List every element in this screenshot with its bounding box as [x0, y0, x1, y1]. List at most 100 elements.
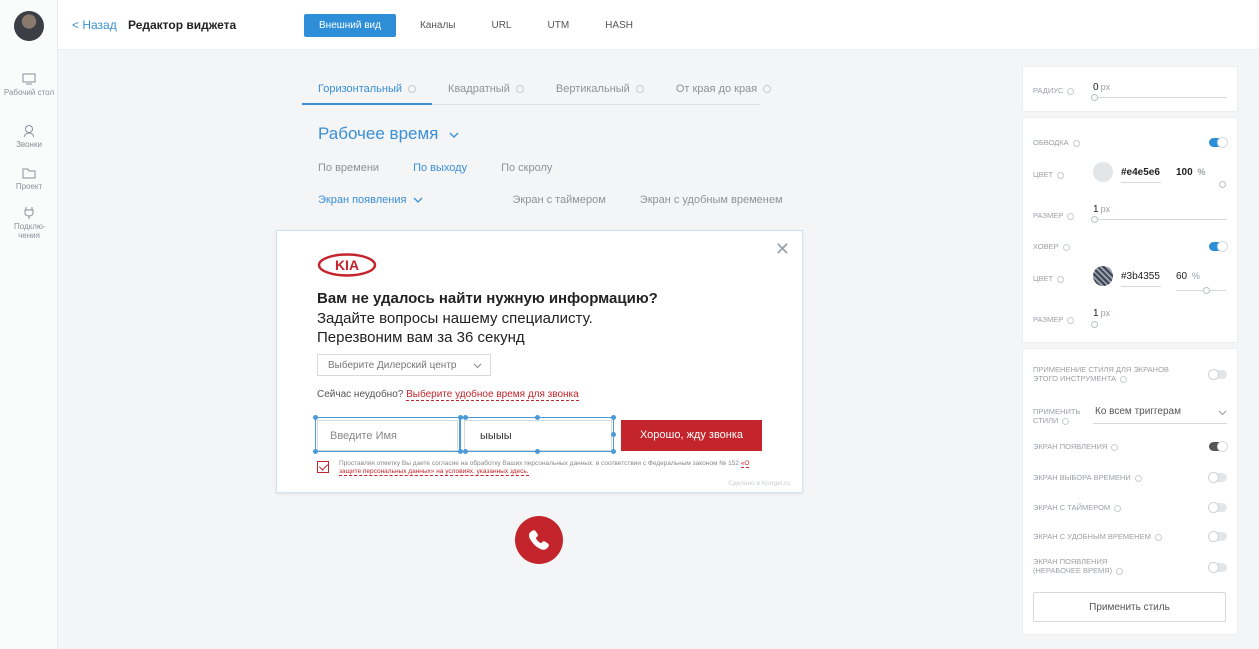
border-opacity-unit: % [1197, 167, 1206, 177]
consent-text: Проставляя отметку Вы даете согласие на … [339, 460, 759, 476]
border-size-value[interactable]: 1 px [1093, 204, 1110, 215]
radius-unit: px [1100, 82, 1111, 92]
tab-utm[interactable]: UTM [548, 15, 570, 36]
tab-by-exit[interactable]: По выходу [413, 162, 467, 174]
border-color-hex[interactable]: #e4e5e6 [1121, 167, 1160, 178]
help-icon[interactable] [1116, 567, 1124, 575]
border-size-label: Размер [1033, 211, 1075, 220]
hover-toggle[interactable] [1209, 241, 1228, 252]
tab-vertical[interactable]: Вертикальный [540, 83, 660, 104]
tab-screen-convenient[interactable]: Экран с удобным временем [640, 194, 783, 206]
help-icon[interactable] [1120, 375, 1128, 383]
close-icon[interactable]: ✕ [775, 239, 790, 260]
border-color-label-text: Цвет [1033, 170, 1054, 179]
page-title: Редактор виджета [128, 18, 237, 32]
hover-color-hex[interactable]: #3b4355 [1121, 271, 1160, 282]
help-icon[interactable] [1072, 139, 1080, 147]
rail-label-desktop: Рабочий стол [3, 88, 55, 97]
toggle-knob [1208, 369, 1219, 380]
avatar[interactable] [14, 11, 44, 41]
help-icon[interactable] [515, 85, 524, 94]
help-icon[interactable] [1111, 443, 1119, 451]
mode-dropdown[interactable]: Рабочее время [318, 124, 459, 144]
help-icon[interactable] [763, 85, 772, 94]
inconvenient-row: Сейчас неудобно? Выберите удобное время … [317, 389, 579, 401]
hover-size-label: Размер [1033, 315, 1075, 324]
radius-slider-knob[interactable] [1091, 94, 1098, 101]
resize-handle[interactable] [535, 415, 540, 420]
help-icon[interactable] [1062, 417, 1070, 425]
rail-label-project: Проект [15, 182, 43, 191]
help-icon[interactable] [1067, 316, 1075, 324]
consent-checkbox[interactable] [317, 461, 329, 473]
hover-color-label: Цвет [1033, 274, 1065, 283]
tab-by-scroll[interactable]: По скролу [501, 162, 552, 174]
tab-screen-appear[interactable]: Экран появления [318, 194, 423, 206]
rail-item-calls[interactable]: Звонки [0, 124, 58, 149]
tab-hash[interactable]: HASH [605, 15, 633, 36]
help-icon[interactable] [408, 85, 417, 94]
screen-timer-toggle[interactable] [1208, 502, 1227, 513]
radius-slider-track[interactable] [1093, 97, 1227, 98]
screen-choose-time-toggle[interactable] [1208, 472, 1227, 483]
apply-screens-toggle[interactable] [1208, 369, 1227, 380]
tab-url[interactable]: URL [491, 15, 511, 36]
help-icon[interactable] [1062, 243, 1070, 251]
help-icon[interactable] [1134, 474, 1142, 482]
border-toggle[interactable] [1209, 137, 1228, 148]
call-button[interactable] [515, 516, 563, 564]
hover-opacity-knob[interactable] [1203, 287, 1210, 294]
resize-handle[interactable] [463, 449, 468, 454]
screen-appear-toggle[interactable] [1209, 441, 1228, 452]
border-size-knob[interactable] [1091, 216, 1098, 223]
help-icon[interactable] [635, 85, 644, 94]
hover-opacity[interactable]: 60 % [1176, 271, 1200, 282]
screen-offhours-toggle[interactable] [1208, 562, 1227, 573]
help-icon[interactable] [1057, 171, 1065, 179]
hover-color-label-text: Цвет [1033, 274, 1054, 283]
resize-handle[interactable] [313, 415, 318, 420]
tab-appearance[interactable]: Внешний вид [304, 14, 396, 37]
submit-callback-button[interactable]: Хорошо, жду звонка [621, 420, 762, 451]
border-color-swatch[interactable] [1093, 162, 1113, 182]
hover-opacity-track[interactable] [1176, 290, 1226, 291]
rail-item-project[interactable]: Проект [0, 166, 58, 191]
widget-heading: Вам не удалось найти нужную информацию? [317, 290, 658, 307]
rail-item-desktop[interactable]: Рабочий стол [0, 72, 58, 97]
hover-size-knob[interactable] [1091, 321, 1098, 328]
help-icon[interactable] [1154, 533, 1162, 541]
resize-handle[interactable] [611, 415, 616, 420]
tab-square[interactable]: Квадратный [432, 83, 540, 104]
help-icon[interactable] [1057, 275, 1065, 283]
dealer-select[interactable]: Выберите Дилерский центр [317, 354, 491, 376]
tab-screen-appear-label: Экран появления [318, 194, 407, 206]
help-icon[interactable] [1114, 504, 1122, 512]
border-opacity-number: 100 [1176, 167, 1193, 178]
apply-to-select[interactable]: Ко всем триггерам [1093, 406, 1227, 424]
border-opacity-knob[interactable] [1219, 181, 1226, 188]
tab-screen-timer[interactable]: Экран с таймером [512, 194, 605, 206]
resize-handle[interactable] [535, 449, 540, 454]
apply-style-button[interactable]: Применить стиль [1033, 592, 1226, 622]
resize-handle[interactable] [313, 449, 318, 454]
resize-handle[interactable] [463, 415, 468, 420]
tab-by-time[interactable]: По времени [318, 162, 379, 174]
tab-edge-to-edge[interactable]: От края до края [660, 83, 787, 104]
tab-horizontal[interactable]: Горизонтальный [302, 83, 433, 105]
border-size-track[interactable] [1093, 219, 1227, 220]
border-size-number: 1 [1093, 204, 1099, 215]
rail-item-connections[interactable]: Подклю-чения [0, 206, 58, 240]
help-icon[interactable] [1067, 212, 1075, 220]
resize-handle[interactable] [611, 432, 616, 437]
hover-color-swatch[interactable] [1093, 266, 1113, 286]
radius-value[interactable]: 0 px [1093, 82, 1110, 93]
border-opacity[interactable]: 100 % [1176, 167, 1205, 178]
back-link[interactable]: < Назад [72, 18, 117, 32]
resize-handle[interactable] [611, 449, 616, 454]
choose-time-link[interactable]: Выберите удобное время для звонка [406, 389, 579, 401]
screen-convenient-toggle[interactable] [1208, 531, 1227, 542]
tab-channels[interactable]: Каналы [420, 15, 456, 36]
help-icon[interactable] [1067, 87, 1075, 95]
made-in-label[interactable]: Сделано в Konget.ru [728, 480, 790, 487]
hover-size-value[interactable]: 1 px [1093, 308, 1110, 319]
